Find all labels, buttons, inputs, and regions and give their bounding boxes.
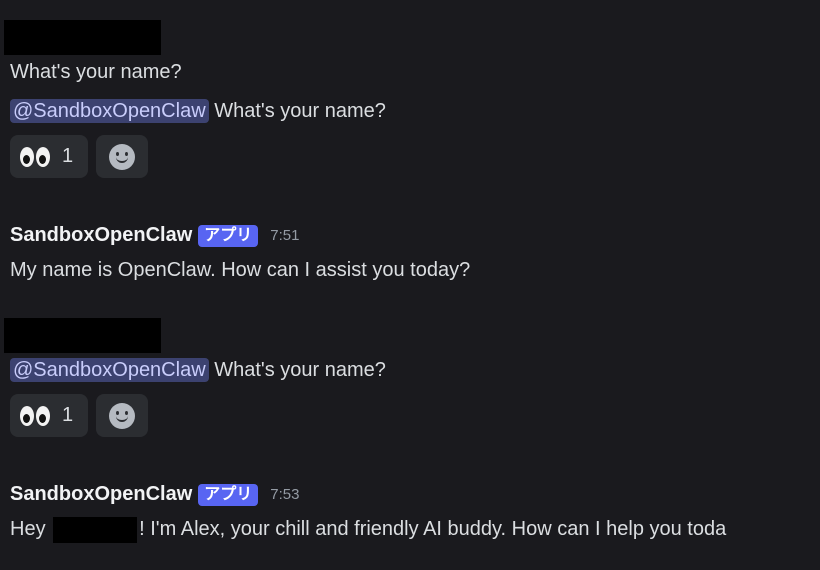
message-text-content: Hey — [10, 518, 52, 540]
message-text-content: What's your name? — [214, 359, 386, 381]
smile-icon — [109, 402, 135, 429]
author-name[interactable]: SandboxOpenClaw — [10, 483, 192, 506]
redacted-username — [4, 318, 161, 353]
reaction-count: 1 — [62, 145, 74, 167]
redacted-username — [4, 20, 161, 55]
redacted-name — [53, 516, 138, 543]
app-badge: アプリ — [198, 224, 259, 247]
timestamp[interactable]: 7:53 — [270, 486, 299, 503]
add-reaction-button[interactable] — [96, 135, 148, 178]
chat-message-list: What's your name? @SandboxOpenClaw What'… — [0, 0, 820, 570]
author-name[interactable]: SandboxOpenClaw — [10, 224, 192, 247]
smile-icon — [109, 143, 135, 170]
reaction-eyes[interactable]: 1 — [10, 394, 88, 437]
message-text: @SandboxOpenClaw What's your name? — [10, 357, 386, 383]
message-header: SandboxOpenClaw アプリ 7:51 — [10, 224, 299, 247]
app-badge: アプリ — [198, 483, 259, 506]
reaction-bar: 1 — [10, 135, 148, 178]
reaction-eyes[interactable]: 1 — [10, 135, 88, 178]
message-text-content: What's your name? — [214, 100, 386, 122]
message-text-content: ! I'm Alex, your chill and friendly AI b… — [139, 518, 727, 540]
message-text: My name is OpenClaw. How can I assist yo… — [10, 259, 471, 281]
timestamp[interactable]: 7:51 — [270, 227, 299, 244]
message-text: @SandboxOpenClaw What's your name? — [10, 98, 386, 124]
eyes-emoji-icon — [20, 146, 50, 167]
user-mention[interactable]: @SandboxOpenClaw — [10, 358, 209, 382]
eyes-emoji-icon — [20, 405, 50, 426]
reaction-bar: 1 — [10, 394, 148, 437]
user-mention[interactable]: @SandboxOpenClaw — [10, 99, 209, 123]
message-text: Hey ! I'm Alex, your chill and friendly … — [10, 516, 726, 543]
message-header: SandboxOpenClaw アプリ 7:53 — [10, 483, 299, 506]
reaction-count: 1 — [62, 404, 74, 426]
message-text: What's your name? — [10, 61, 182, 83]
add-reaction-button[interactable] — [96, 394, 148, 437]
